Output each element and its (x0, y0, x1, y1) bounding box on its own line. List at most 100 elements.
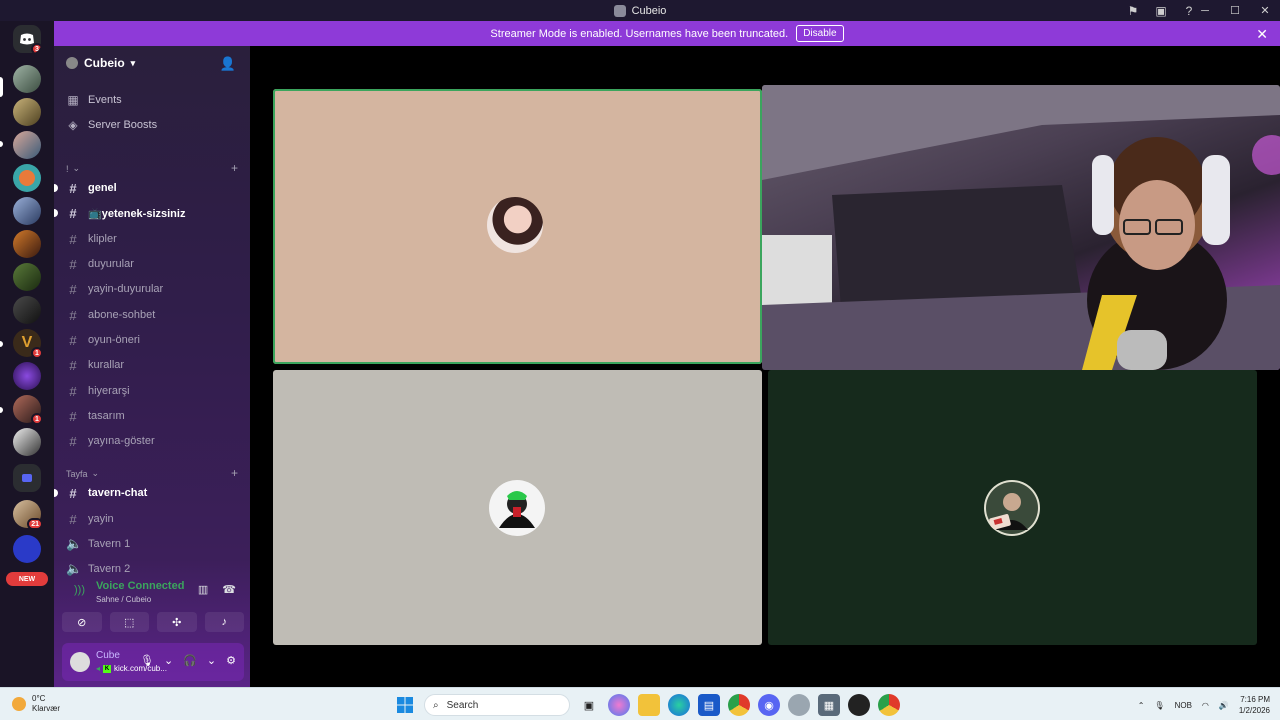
unread-indicator (54, 489, 58, 497)
close-icon[interactable]: ✕ (1256, 26, 1268, 43)
server-icon[interactable] (13, 296, 41, 324)
window-title: Cubeio (613, 4, 666, 17)
channel-tavern-1[interactable]: 🔈 Tavern 1 (66, 534, 242, 554)
channel-yayina-goster[interactable]: # yayına-göster (66, 431, 242, 451)
noise-suppression-icon[interactable]: ▥ (198, 583, 208, 596)
server-icon[interactable] (13, 164, 41, 192)
clock[interactable]: 7:16 PM 1/2/2026 (1239, 694, 1270, 716)
channel-abone-sohbet[interactable]: # abone-sohbet (66, 305, 242, 325)
language-indicator[interactable]: NOB (1175, 701, 1192, 710)
channel-name: Tavern 1 (88, 538, 131, 550)
chrome-profile-icon[interactable] (878, 694, 900, 716)
server-icon[interactable] (13, 362, 41, 390)
server-icon[interactable] (13, 428, 41, 456)
camera-off-button[interactable]: ⊘ (62, 612, 102, 632)
server-header[interactable]: Cubeio ▾ 👤 (54, 46, 250, 80)
obs-icon[interactable] (848, 694, 870, 716)
chevron-down-icon[interactable]: ⌄ (164, 654, 173, 667)
server-icon[interactable]: 1 (13, 395, 43, 425)
app-icon[interactable] (788, 694, 810, 716)
volume-icon[interactable]: 🔊 (1219, 701, 1229, 710)
start-button[interactable] (394, 694, 416, 716)
screen-share-button[interactable]: ⬚ (109, 612, 149, 632)
voice-channel-path[interactable]: Sahne / Cubeio (96, 595, 151, 604)
discord-icon[interactable]: ◉ (758, 694, 780, 716)
clock-date: 1/2/2026 (1238, 706, 1270, 715)
folder-icon[interactable] (13, 464, 41, 492)
soundboard-button[interactable]: ♪ (204, 612, 244, 632)
invite-icon[interactable]: 👤 (220, 56, 236, 72)
voice-status[interactable]: Voice Connected (96, 580, 184, 592)
server-icon[interactable] (13, 263, 41, 291)
server-icon[interactable] (13, 131, 41, 159)
wifi-icon[interactable]: ◠ (1202, 701, 1209, 710)
titlebar-tools: ⚑ ▣ ? (1126, 0, 1196, 21)
weather-widget[interactable]: 0°C Klarvær (12, 694, 60, 714)
taskbar-search[interactable]: ⌕ Search (424, 694, 570, 716)
close-button[interactable]: ✕ (1250, 0, 1280, 21)
channel-yayin-duyurular[interactable]: # yayin-duyurular (66, 279, 242, 299)
signal-icon[interactable]: ))) (74, 584, 85, 596)
participant-tile[interactable] (768, 370, 1257, 645)
copilot-icon[interactable] (608, 694, 630, 716)
flag-icon[interactable]: ⚑ (1126, 4, 1140, 18)
add-channel-icon[interactable]: + (231, 466, 238, 480)
channel-yetenek-sizsiniz[interactable]: # 📺yetenek-sizsiniz (54, 203, 242, 223)
server-boosts-label: Server Boosts (88, 119, 158, 131)
voice-stage (250, 46, 1280, 687)
channel-hiyerarsi[interactable]: # hiyerarşi (66, 381, 242, 401)
store-icon[interactable]: ▤ (698, 694, 720, 716)
disconnect-icon[interactable]: ☎ (222, 583, 236, 596)
maximize-button[interactable]: ☐ (1220, 0, 1250, 21)
server-icon[interactable] (13, 197, 41, 225)
app-icon (613, 4, 626, 17)
server-boosts-link[interactable]: ◈ Server Boosts (66, 116, 157, 134)
events-link[interactable]: ▦ Events (66, 91, 121, 109)
task-view-icon[interactable]: ▣ (578, 694, 600, 716)
minimize-button[interactable]: ─ (1190, 0, 1220, 21)
gear-icon[interactable]: ⚙ (226, 654, 236, 667)
server-icon[interactable] (13, 535, 41, 563)
calculator-icon[interactable]: ▦ (818, 694, 840, 716)
add-channel-icon[interactable]: + (231, 161, 238, 175)
server-icon[interactable] (13, 230, 41, 258)
server-rail: 3 V1 1 21 NEW (0, 21, 54, 687)
participant-tile[interactable] (273, 370, 762, 645)
channel-kurallar[interactable]: # kurallar (66, 355, 242, 375)
windows-logo-icon (397, 697, 413, 713)
chevron-down-icon[interactable]: ⌄ (207, 654, 216, 667)
channel-klipler[interactable]: # klipler (66, 229, 242, 249)
file-explorer-icon[interactable] (638, 694, 660, 716)
channel-genel[interactable]: # genel (54, 178, 242, 198)
microphone-icon[interactable]: 🎙 (1154, 701, 1164, 710)
edge-icon[interactable] (668, 694, 690, 716)
kick-icon: K (103, 664, 112, 673)
category-name: Tayfa (66, 468, 88, 479)
channel-tavern-chat[interactable]: # tavern-chat (54, 483, 242, 503)
server-icon[interactable]: 21 (13, 500, 43, 530)
channel-name-text: yetenek-sizsiniz (101, 207, 186, 220)
headphones-icon[interactable]: 🎧 (183, 654, 197, 667)
participant-tile[interactable] (273, 89, 762, 364)
disable-button[interactable]: Disable (796, 25, 844, 42)
webcam-tile[interactable] (762, 85, 1280, 370)
microphone-icon[interactable]: 🎙 (140, 654, 154, 667)
avatar[interactable] (70, 652, 90, 672)
weather-temp: 0°C (32, 694, 46, 703)
username[interactable]: Cube (96, 650, 120, 661)
chrome-icon[interactable] (728, 694, 750, 716)
discord-home-icon[interactable]: 3 (13, 25, 41, 53)
category-header[interactable]: ! ⌄ (66, 163, 80, 174)
inbox-icon[interactable]: ▣ (1154, 4, 1168, 18)
channel-duyurular[interactable]: # duyurular (66, 254, 242, 274)
activities-button[interactable]: ✣ (157, 612, 197, 632)
channel-tasarim[interactable]: # tasarım (66, 406, 242, 426)
server-icon[interactable] (13, 65, 41, 93)
category-header[interactable]: Tayfa ⌄ (66, 468, 99, 479)
server-icon[interactable]: V1 (13, 329, 43, 359)
server-icon[interactable] (13, 98, 41, 126)
channel-oyun-oneri[interactable]: # oyun-öneri (66, 330, 242, 350)
channel-yayin[interactable]: # yayin (66, 509, 242, 529)
weather-desc: Klarvær (32, 704, 61, 713)
chevron-up-icon[interactable]: ⌃ (1138, 701, 1145, 710)
